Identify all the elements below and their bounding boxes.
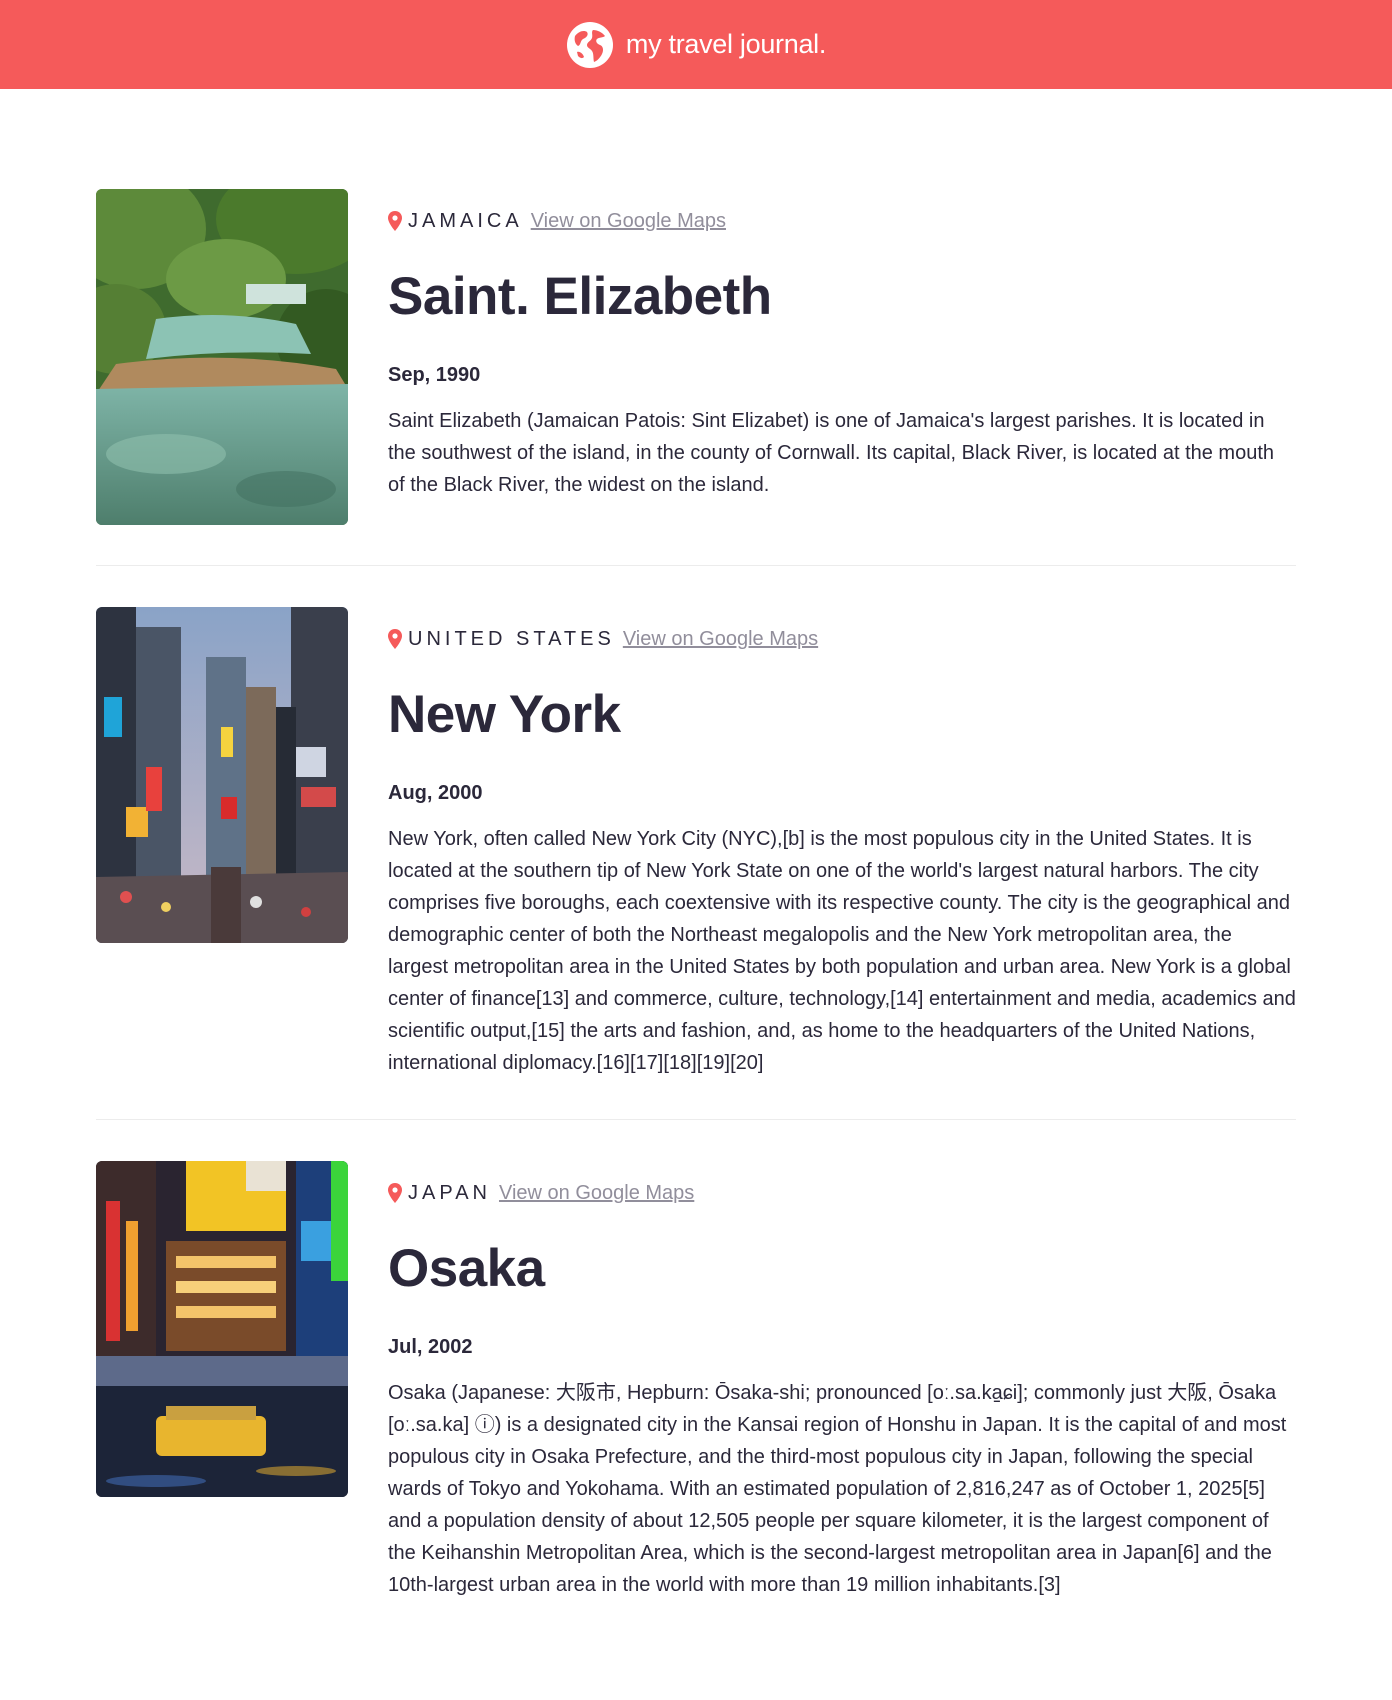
- journal-entry: JAMAICA View on Google Maps Saint. Eliza…: [96, 189, 1296, 566]
- entry-info: UNITED STATES View on Google Maps New Yo…: [388, 607, 1296, 1079]
- entry-info: JAPAN View on Google Maps Osaka Jul, 200…: [388, 1161, 1296, 1601]
- entry-location: UNITED STATES View on Google Maps: [388, 627, 1296, 651]
- globe-icon: [566, 21, 613, 68]
- location-pin-icon: [388, 1183, 402, 1203]
- location-pin-icon: [388, 629, 402, 649]
- entry-description: New York, often called New York City (NY…: [388, 828, 1296, 1074]
- journal-entry: JAPAN View on Google Maps Osaka Jul, 200…: [96, 1161, 1296, 1641]
- entry-photo: [96, 1161, 348, 1497]
- journal-entry: UNITED STATES View on Google Maps New Yo…: [96, 607, 1296, 1120]
- entry-location: JAMAICA View on Google Maps: [388, 209, 1296, 233]
- entry-country: JAMAICA: [408, 209, 523, 232]
- entry-location: JAPAN View on Google Maps: [388, 1181, 1296, 1205]
- entry-description: Osaka (Japanese: 大阪市, Hepburn: Ōsaka-shi…: [388, 1382, 1287, 1596]
- entry-date: Sep, 1990: [388, 364, 481, 386]
- entry-title: Saint. Elizabeth: [388, 267, 772, 326]
- google-maps-link[interactable]: View on Google Maps: [531, 210, 726, 233]
- entry-date: Jul, 2002: [388, 1336, 473, 1358]
- entry-title: Osaka: [388, 1239, 545, 1298]
- entry-date: Aug, 2000: [388, 782, 483, 804]
- journal-list: JAMAICA View on Google Maps Saint. Eliza…: [0, 89, 1296, 1641]
- entry-country: JAPAN: [408, 1181, 491, 1204]
- entry-info: JAMAICA View on Google Maps Saint. Eliza…: [388, 189, 1296, 525]
- google-maps-link[interactable]: View on Google Maps: [623, 628, 818, 651]
- google-maps-link[interactable]: View on Google Maps: [499, 1182, 694, 1205]
- entry-photo: [96, 189, 348, 525]
- app-header: my travel journal.: [0, 0, 1392, 89]
- entry-title: New York: [388, 685, 621, 744]
- app-title: my travel journal.: [625, 29, 827, 59]
- entry-country: UNITED STATES: [408, 627, 615, 650]
- entry-photo: [96, 607, 348, 943]
- entry-description: Saint Elizabeth (Jamaican Patois: Sint E…: [388, 410, 1275, 496]
- location-pin-icon: [388, 211, 402, 231]
